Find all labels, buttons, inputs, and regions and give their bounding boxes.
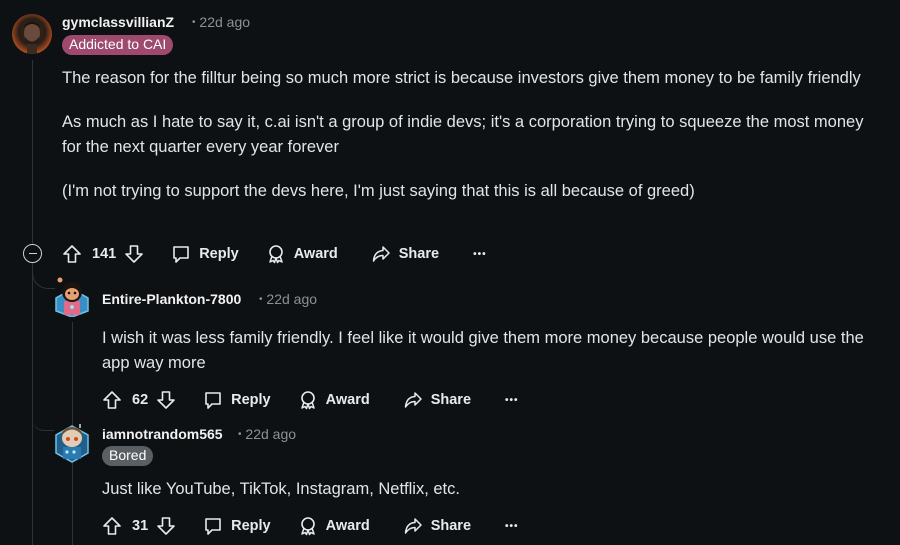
- timestamp: 22d ago: [199, 14, 251, 30]
- award-label: Award: [325, 518, 370, 534]
- reply-label: Reply: [231, 392, 271, 408]
- reply-button[interactable]: Reply: [203, 390, 271, 410]
- comment-paragraph: I wish it was less family friendly. I fe…: [102, 329, 864, 372]
- user-flair: Bored: [102, 446, 154, 466]
- vote-score: 62: [132, 392, 149, 408]
- thread-connector-1: [32, 272, 55, 289]
- minus-icon: [28, 252, 37, 255]
- award-button[interactable]: Award: [298, 390, 370, 410]
- downvote-icon: [156, 516, 176, 536]
- more-options-button[interactable]: •••: [505, 521, 519, 532]
- timestamp: 22d ago: [245, 426, 297, 442]
- downvote-button[interactable]: [156, 390, 176, 410]
- share-icon: [403, 516, 423, 536]
- downvote-icon: [156, 390, 176, 410]
- more-options-button[interactable]: •••: [473, 249, 487, 260]
- reply-button[interactable]: Reply: [171, 244, 239, 264]
- collapse-thread-button[interactable]: [23, 244, 42, 263]
- timestamp: 22d ago: [266, 291, 318, 307]
- reply-button[interactable]: Reply: [203, 516, 271, 536]
- comment-actions: 31 Reply Award Share •••: [102, 514, 519, 538]
- downvote-icon: [124, 244, 144, 264]
- award-button[interactable]: Award: [298, 516, 370, 536]
- upvote-icon: [102, 516, 122, 536]
- separator-dot: •: [259, 294, 263, 305]
- share-button[interactable]: Share: [371, 244, 439, 264]
- share-button[interactable]: Share: [403, 390, 471, 410]
- avatar-face-icon: [24, 21, 40, 54]
- comment-paragraph: (I'm not trying to support the devs here…: [62, 182, 695, 200]
- comment-timestamp: • 22d ago: [192, 14, 250, 30]
- thread-line-reply-2[interactable]: [72, 465, 73, 545]
- upvote-button[interactable]: [62, 244, 82, 264]
- comment-bubble-icon: [171, 244, 191, 264]
- avatar[interactable]: [54, 422, 90, 464]
- award-button[interactable]: Award: [266, 244, 338, 264]
- downvote-button[interactable]: [124, 244, 144, 264]
- thread-line-root[interactable]: [32, 60, 33, 545]
- vote-score: 141: [92, 246, 117, 262]
- comment-body: The reason for the filltur being so much…: [62, 66, 882, 223]
- comment-username[interactable]: Entire-Plankton-7800: [102, 291, 241, 307]
- share-label: Share: [430, 518, 472, 534]
- comment-username[interactable]: gymclassvillianZ: [62, 14, 174, 30]
- share-icon: [371, 244, 391, 264]
- more-options-button[interactable]: •••: [505, 395, 519, 406]
- upvote-icon: [102, 390, 122, 410]
- comment-actions: 62 Reply Award Share •••: [102, 388, 519, 412]
- comment-bubble-icon: [203, 390, 223, 410]
- vote-score: 31: [132, 518, 149, 534]
- comment-timestamp: • 22d ago: [259, 291, 317, 307]
- avatar[interactable]: [12, 14, 52, 54]
- downvote-button[interactable]: [156, 516, 176, 536]
- avatar-snoo-icon: [55, 277, 89, 318]
- user-flair: Addicted to CAI: [62, 35, 174, 55]
- avatar[interactable]: [54, 277, 90, 318]
- award-icon: [266, 244, 286, 264]
- upvote-button[interactable]: [102, 516, 122, 536]
- thread-connector-2b: [32, 418, 54, 431]
- thread-connector-2: [72, 418, 73, 419]
- share-button[interactable]: Share: [403, 516, 471, 536]
- avatar-snoo-icon: [55, 424, 89, 463]
- reply-label: Reply: [231, 518, 271, 534]
- comment-username[interactable]: iamnotrandom565: [102, 426, 223, 442]
- award-icon: [298, 516, 318, 536]
- reply-label: Reply: [199, 246, 239, 262]
- comment-bubble-icon: [203, 516, 223, 536]
- upvote-button[interactable]: [102, 390, 122, 410]
- award-label: Award: [293, 246, 338, 262]
- separator-dot: •: [238, 429, 242, 440]
- share-icon: [403, 390, 423, 410]
- comment-paragraph: The reason for the filltur being so much…: [62, 69, 861, 87]
- comment-actions: 141 Reply Award Share •••: [62, 242, 487, 266]
- comment-paragraph: Just like YouTube, TikTok, Instagram, Ne…: [102, 480, 460, 498]
- award-icon: [298, 390, 318, 410]
- comment-body: I wish it was less family friendly. I fe…: [102, 326, 887, 395]
- award-label: Award: [325, 392, 370, 408]
- upvote-icon: [62, 244, 82, 264]
- separator-dot: •: [192, 17, 196, 28]
- comment-paragraph: As much as I hate to say it, c.ai isn't …: [62, 113, 864, 156]
- comment-timestamp: • 22d ago: [238, 426, 296, 442]
- share-label: Share: [430, 392, 472, 408]
- share-label: Share: [398, 246, 440, 262]
